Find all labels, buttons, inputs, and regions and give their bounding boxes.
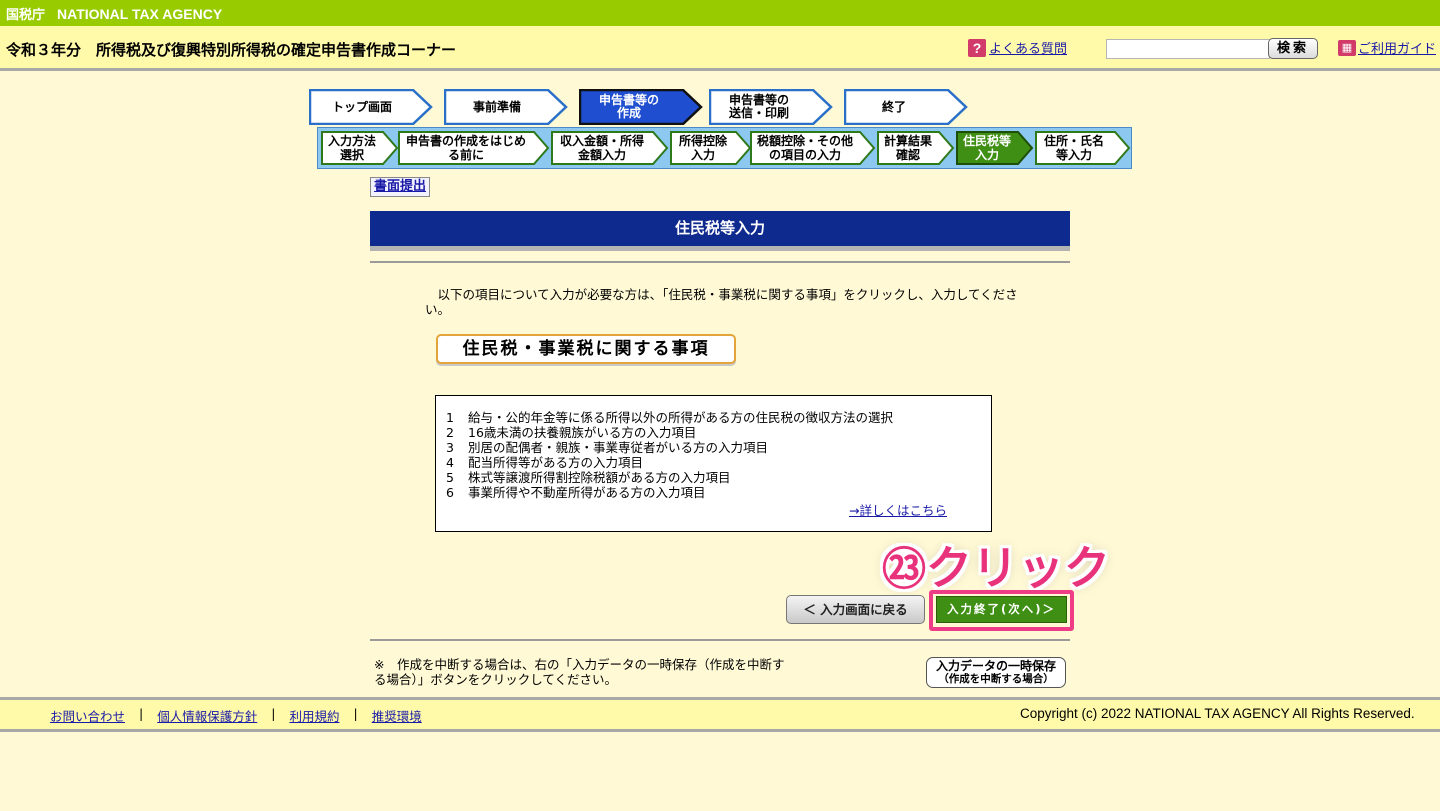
sub-step-label: 住民税等 入力 xyxy=(962,134,1011,162)
list-item: 5 株式等譲渡所得割控除税額がある方の入力項目 xyxy=(446,470,731,485)
sub-step-address: 住所・氏名 等入力 xyxy=(1035,131,1131,165)
sub-step-label: 入力方法 選択 xyxy=(327,134,376,162)
sub-step-before-start[interactable]: 申告書の作成をはじめ る前に xyxy=(398,131,550,165)
list-item: 3 別居の配偶者・親族・事業専従者がいる方の入力項目 xyxy=(446,440,769,455)
sub-step-label: 申告書の作成をはじめ る前に xyxy=(405,134,526,162)
main-step-create-active: 申告書等の 作成 xyxy=(579,89,703,125)
footer-separator: | xyxy=(139,706,144,721)
footer-link-terms[interactable]: 利用規約 xyxy=(289,706,339,725)
main-step-label: 事前準備 xyxy=(472,99,521,114)
back-to-input-button[interactable]: ＜ 入力画面に戻る xyxy=(786,595,925,624)
section-title: 住民税等入力 xyxy=(370,211,1070,251)
list-item: 4 配当所得等がある方の入力項目 xyxy=(446,455,644,470)
sub-step-label: 住所・氏名 等入力 xyxy=(1043,134,1104,162)
list-item: 6 事業所得や不動産所得がある方の入力項目 xyxy=(446,485,706,500)
footer-link-privacy[interactable]: 個人情報保護方針 xyxy=(157,706,257,725)
faq-label[interactable]: よくある質問 xyxy=(989,38,1067,57)
footer-separator: | xyxy=(353,706,358,721)
book-icon: ▦ xyxy=(1338,39,1356,56)
list-item: 1 給与・公的年金等に係る所得以外の所得がある方の住民税の徴収方法の選択 xyxy=(446,410,894,425)
footer-link-environment[interactable]: 推奨環境 xyxy=(372,706,422,725)
main-step-label: トップ画面 xyxy=(331,99,392,114)
agency-name: 国税庁 NATIONAL TAX AGENCY xyxy=(6,4,222,23)
intro-text: 以下の項目について入力が必要な方は、「住民税・事業税に関する事項」をクリックし、… xyxy=(425,287,1018,317)
sub-step-deduction[interactable]: 所得控除 入力 xyxy=(670,131,752,165)
click-callout: ㉓クリック xyxy=(882,532,1110,598)
sub-step-label: 所得控除 入力 xyxy=(678,134,727,162)
suspend-note: ※ 作成を中断する場合は、右の「入力データの一時保存（作成を中断する場合）」ボタ… xyxy=(374,657,785,687)
agency-name-en: NATIONAL TAX AGENCY xyxy=(57,6,223,22)
guide-link[interactable]: ▦ ご利用ガイド xyxy=(1338,38,1436,57)
divider xyxy=(370,639,1070,641)
question-icon: ? xyxy=(968,38,986,57)
save-button-label: 入力データの一時保存 xyxy=(935,659,1056,673)
sub-step-income[interactable]: 収入金額・所得 金額入力 xyxy=(551,131,669,165)
callout-text: クリック xyxy=(926,541,1110,595)
sub-step-label: 税額控除・その他 の項目の入力 xyxy=(756,134,853,162)
sub-step-label: 計算結果 確認 xyxy=(883,134,932,162)
footer-link-contact[interactable]: お問い合わせ xyxy=(50,706,125,725)
search-input[interactable] xyxy=(1106,39,1270,59)
footer-separator: | xyxy=(271,706,276,721)
main-step-end: 終了 xyxy=(844,89,968,125)
search-button[interactable]: 検索 xyxy=(1268,38,1318,59)
faq-link[interactable]: ? よくある質問 xyxy=(968,38,1067,57)
paper-submit-button[interactable]: 書面提出 xyxy=(370,177,431,197)
guide-label[interactable]: ご利用ガイド xyxy=(1358,38,1436,57)
main-step-send: 申告書等の 送信・印刷 xyxy=(709,89,833,125)
resident-tax-button[interactable]: 住民税・事業税に関する事項 xyxy=(436,334,736,364)
sub-step-resident-tax-active: 住民税等 入力 xyxy=(956,131,1034,165)
list-item: 2 16歳未満の扶養親族がいる方の入力項目 xyxy=(446,425,697,440)
finish-input-next-button[interactable]: 入力終了(次へ)＞ xyxy=(936,596,1067,623)
copyright: Copyright (c) 2022 NATIONAL TAX AGENCY A… xyxy=(1020,706,1415,721)
sub-step-result[interactable]: 計算結果 確認 xyxy=(877,131,955,165)
main-step-label: 申告書等の 作成 xyxy=(598,93,659,120)
divider xyxy=(370,261,1070,263)
details-link[interactable]: →詳しくはこちら xyxy=(849,500,947,519)
main-step-prepare[interactable]: 事前準備 xyxy=(444,89,568,125)
footer-links: お問い合わせ | 個人情報保護方針 | 利用規約 | 推奨環境 xyxy=(50,706,422,725)
title-divider xyxy=(0,68,1440,71)
main-step-label: 終了 xyxy=(881,99,906,114)
sub-step-tax-credit[interactable]: 税額控除・その他 の項目の入力 xyxy=(750,131,876,165)
agency-name-jp: 国税庁 xyxy=(6,8,46,23)
main-step-top[interactable]: トップ画面 xyxy=(309,89,433,125)
page-title: 令和３年分 所得税及び復興特別所得税の確定申告書作成コーナー xyxy=(6,41,457,59)
temporary-save-button[interactable]: 入力データの一時保存 （作成を中断する場合） xyxy=(926,657,1066,688)
save-button-sublabel: （作成を中断する場合） xyxy=(938,673,1054,685)
sub-step-input-method[interactable]: 入力方法 選択 xyxy=(321,131,399,165)
callout-number: ㉓ xyxy=(882,544,926,595)
footer-divider xyxy=(0,729,1440,732)
sub-step-label: 収入金額・所得 金額入力 xyxy=(559,134,644,162)
main-step-label: 申告書等の 送信・印刷 xyxy=(728,93,789,120)
